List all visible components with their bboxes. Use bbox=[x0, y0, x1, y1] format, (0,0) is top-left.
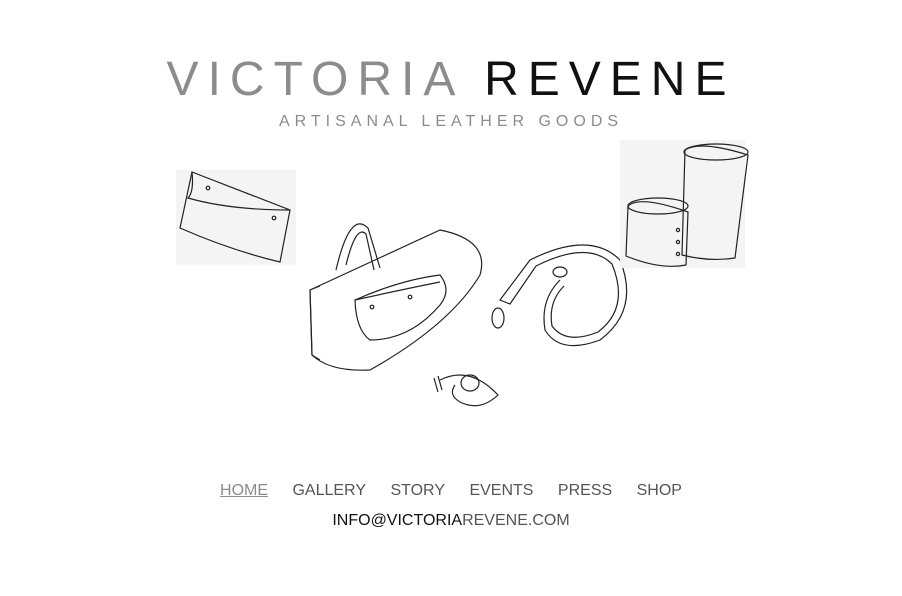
nav-shop[interactable]: SHOP bbox=[637, 482, 682, 499]
main-nav: HOME GALLERY STORY EVENTS PRESS SHOP bbox=[0, 480, 902, 502]
nav-story[interactable]: STORY bbox=[390, 482, 445, 499]
tagline: ARTISANAL LEATHER GOODS bbox=[278, 113, 624, 130]
site-title-first: VICTORIA bbox=[166, 53, 462, 106]
keyring-icon bbox=[433, 374, 499, 407]
strap-icon bbox=[491, 244, 628, 347]
nav-home[interactable]: HOME bbox=[220, 482, 268, 499]
nav-events[interactable]: EVENTS bbox=[469, 482, 533, 499]
clutch-icon bbox=[176, 170, 296, 265]
nav-gallery[interactable]: GALLERY bbox=[292, 482, 366, 499]
site-title-second: REVENE bbox=[484, 53, 736, 106]
email-part-2: REVENE.COM bbox=[462, 512, 570, 529]
email-part-1: INFO@VICTORIA bbox=[332, 512, 463, 529]
tote-bag-icon bbox=[309, 223, 483, 371]
cuffs-icon bbox=[620, 140, 749, 268]
leather-goods-illustration bbox=[176, 140, 749, 407]
nav-press[interactable]: PRESS bbox=[558, 482, 612, 499]
site-title[interactable]: VICTORIA REVENE bbox=[0, 52, 902, 108]
contact-email-link[interactable]: INFO@VICTORIAREVENE.COM bbox=[0, 511, 902, 531]
